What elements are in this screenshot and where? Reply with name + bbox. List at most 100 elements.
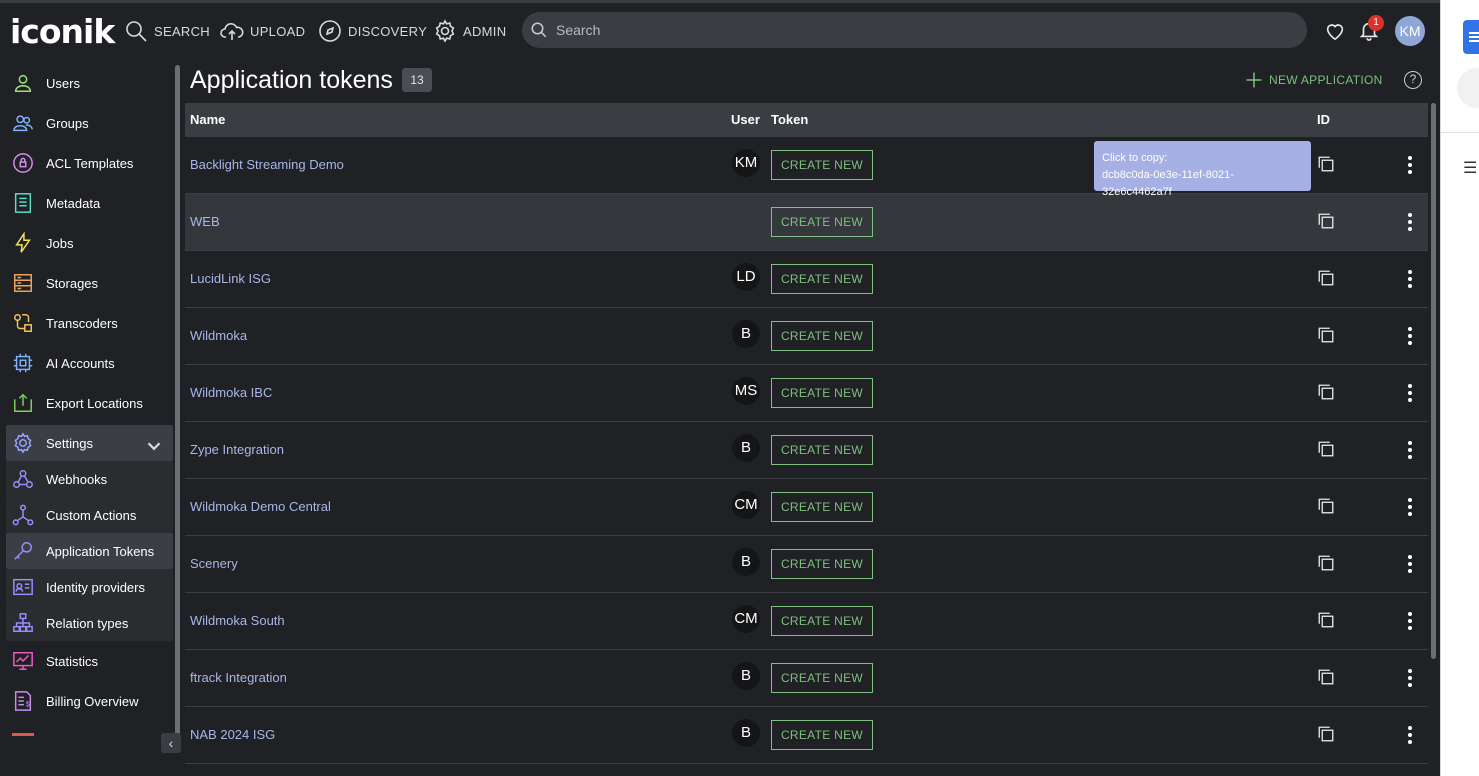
create-token-button[interactable]: CREATE NEW — [771, 435, 873, 465]
more-options-icon[interactable] — [1404, 155, 1416, 175]
application-name-link[interactable]: ftrack Integration — [190, 670, 287, 685]
notification-badge: 1 — [1368, 15, 1384, 31]
sidebar-item-label: Identity providers — [46, 579, 145, 595]
iconik-logo[interactable]: iconik — [10, 12, 115, 51]
compass-icon — [319, 20, 341, 42]
more-options-icon[interactable] — [1404, 212, 1416, 232]
table-row[interactable]: Zype Integration B CREATE NEW — [185, 422, 1428, 479]
sidebar-item-label: Export Locations — [46, 395, 143, 411]
application-name-link[interactable]: Backlight Streaming Demo — [190, 157, 344, 172]
tokens-table-body: Backlight Streaming Demo KM CREATE NEW W… — [185, 137, 1428, 764]
application-name-link[interactable]: Zype Integration — [190, 442, 284, 457]
more-options-icon[interactable] — [1404, 326, 1416, 346]
help-icon[interactable]: ? — [1404, 71, 1422, 89]
more-options-icon[interactable] — [1404, 554, 1416, 574]
nav-discovery[interactable]: DISCOVERY — [318, 18, 427, 44]
create-token-button[interactable]: CREATE NEW — [771, 264, 873, 294]
sidebar-item-label: Groups — [46, 115, 89, 131]
application-name-link[interactable]: Wildmoka — [190, 328, 247, 343]
sidebar-item-relation-types[interactable]: Relation types — [6, 605, 173, 641]
copy-icon[interactable] — [1317, 668, 1335, 686]
create-token-button[interactable]: CREATE NEW — [771, 207, 873, 237]
sidebar-item-jobs[interactable]: Jobs — [6, 225, 173, 261]
table-row[interactable]: Wildmoka Demo Central CM CREATE NEW — [185, 479, 1428, 536]
export-icon — [14, 393, 32, 412]
copy-icon[interactable] — [1317, 383, 1335, 401]
panel-circle-button[interactable] — [1457, 68, 1479, 108]
more-options-icon[interactable] — [1404, 440, 1416, 460]
application-name-link[interactable]: WEB — [190, 214, 220, 229]
sidebar-item-webhooks[interactable]: Webhooks — [6, 461, 173, 497]
table-row[interactable]: Wildmoka South CM CREATE NEW — [185, 593, 1428, 650]
copy-icon[interactable] — [1317, 440, 1335, 458]
table-row[interactable]: WEB CREATE NEW — [185, 194, 1428, 251]
gear-icon — [14, 432, 32, 454]
main-scrollbar[interactable] — [1431, 103, 1436, 659]
user-avatar[interactable]: KM — [1395, 16, 1425, 46]
copy-icon[interactable] — [1317, 269, 1335, 287]
application-name-link[interactable]: Wildmoka South — [190, 613, 285, 628]
create-token-button[interactable]: CREATE NEW — [771, 492, 873, 522]
sidebar-item-ai-accounts[interactable]: AI Accounts — [6, 345, 173, 381]
sidebar-item-application-tokens[interactable]: Application Tokens — [6, 533, 173, 569]
sidebar-item-storages[interactable]: Storages — [6, 265, 173, 301]
sidebar-item-label: AI Accounts — [46, 355, 115, 371]
more-options-icon[interactable] — [1404, 668, 1416, 688]
sidebar-item-acl-templates[interactable]: ACL Templates — [6, 145, 173, 181]
more-options-icon[interactable] — [1404, 725, 1416, 745]
sidebar-item-settings[interactable]: Settings — [6, 425, 173, 461]
table-row[interactable]: NAB 2024 ISG B CREATE NEW — [185, 707, 1428, 764]
create-token-button[interactable]: CREATE NEW — [771, 150, 873, 180]
sidebar-item-statistics[interactable]: Statistics — [6, 643, 173, 679]
more-options-icon[interactable] — [1404, 383, 1416, 403]
application-name-link[interactable]: NAB 2024 ISG — [190, 727, 275, 742]
collapse-sidebar-button[interactable]: ‹ — [161, 733, 181, 753]
menu-button[interactable] — [1463, 20, 1479, 54]
table-row[interactable]: ftrack Integration B CREATE NEW — [185, 650, 1428, 707]
sidebar-item-export-locations[interactable]: Export Locations — [6, 385, 173, 421]
more-options-icon[interactable] — [1404, 497, 1416, 517]
application-name-link[interactable]: Wildmoka IBC — [190, 385, 272, 400]
copy-icon[interactable] — [1317, 212, 1335, 230]
sidebar-item-billing-overview[interactable]: $ Billing Overview — [6, 683, 173, 719]
column-header-name[interactable]: Name — [190, 112, 225, 127]
nav-search[interactable]: SEARCH — [124, 18, 210, 44]
create-token-button[interactable]: CREATE NEW — [771, 378, 873, 408]
bolt-icon — [15, 232, 31, 253]
sidebar-item-transcoders[interactable]: Transcoders — [6, 305, 173, 341]
application-name-link[interactable]: LucidLink ISG — [190, 271, 271, 286]
table-row[interactable]: Wildmoka B CREATE NEW — [185, 308, 1428, 365]
search-input[interactable] — [556, 22, 1307, 38]
copy-icon[interactable] — [1317, 554, 1335, 572]
sidebar-item-identity-providers[interactable]: Identity providers — [6, 569, 173, 605]
application-name-link[interactable]: Scenery — [190, 556, 238, 571]
sidebar-item-custom-actions[interactable]: Custom Actions — [6, 497, 173, 533]
copy-icon[interactable] — [1317, 155, 1335, 173]
sidebar-item-groups[interactable]: Groups — [6, 105, 173, 141]
copy-icon[interactable] — [1317, 725, 1335, 743]
heart-icon[interactable] — [1324, 20, 1346, 42]
application-name-link[interactable]: Wildmoka Demo Central — [190, 499, 331, 514]
sidebar-item-users[interactable]: Users — [6, 65, 173, 101]
copy-icon[interactable] — [1317, 497, 1335, 515]
sidebar-scrollbar[interactable] — [175, 65, 180, 740]
copy-icon[interactable] — [1317, 611, 1335, 629]
table-row[interactable]: LucidLink ISG LD CREATE NEW — [185, 251, 1428, 308]
sidebar-item-metadata[interactable]: Metadata — [6, 185, 173, 221]
create-token-button[interactable]: CREATE NEW — [771, 549, 873, 579]
more-options-icon[interactable] — [1404, 611, 1416, 631]
nav-upload[interactable]: UPLOAD — [220, 18, 305, 44]
global-search[interactable] — [522, 12, 1307, 48]
table-row[interactable]: Scenery B CREATE NEW — [185, 536, 1428, 593]
list-icon[interactable]: ☰ — [1463, 158, 1477, 178]
nav-discovery-label: DISCOVERY — [348, 23, 428, 39]
more-options-icon[interactable] — [1404, 269, 1416, 289]
create-token-button[interactable]: CREATE NEW — [771, 606, 873, 636]
create-token-button[interactable]: CREATE NEW — [771, 720, 873, 750]
create-token-button[interactable]: CREATE NEW — [771, 321, 873, 351]
nav-admin[interactable]: ADMIN — [433, 18, 506, 44]
copy-icon[interactable] — [1317, 326, 1335, 344]
create-token-button[interactable]: CREATE NEW — [771, 663, 873, 693]
new-application-button[interactable]: NEW APPLICATION — [1245, 71, 1383, 89]
table-row[interactable]: Wildmoka IBC MS CREATE NEW — [185, 365, 1428, 422]
